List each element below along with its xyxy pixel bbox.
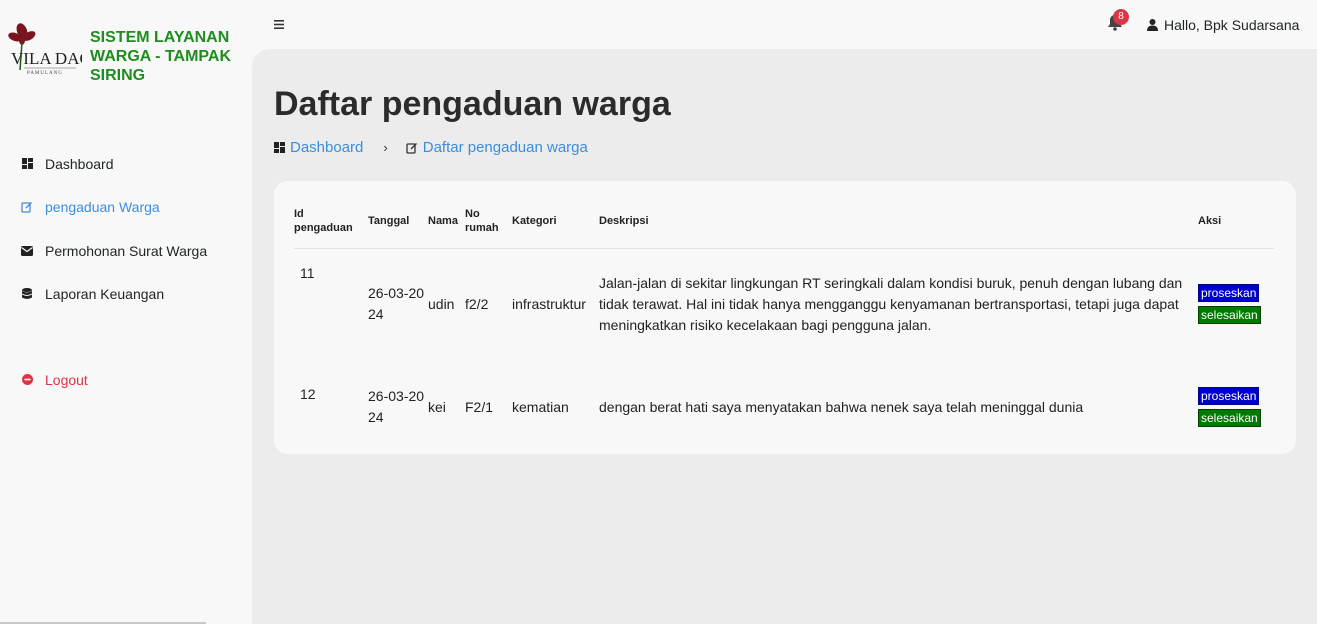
sidebar-nav: Dashboard pengaduan Warga Permohonan Sur… [0, 142, 252, 402]
app-logo[interactable]: VILA DAGO PAMULANG [8, 22, 104, 88]
cell-tanggal: 26-03-2024 [368, 285, 425, 323]
cell-id: 11 [300, 264, 315, 281]
user-menu[interactable]: Hallo, Bpk Sudarsana [1147, 17, 1299, 33]
sidebar-item-label: Permohonan Surat Warga [45, 242, 208, 259]
cell-norumah: F2/1 [465, 398, 494, 415]
database-icon [20, 287, 34, 301]
header-text: No [465, 208, 480, 221]
edit-icon [20, 200, 34, 214]
breadcrumb-label: Dashboard [290, 139, 364, 156]
col-header-tanggal: Tanggal [368, 195, 428, 249]
breadcrumb: Dashboard › Daftar pengaduan warga [274, 139, 588, 156]
sidebar: VILA DAGO PAMULANG SISTEM LAYANAN WARGA … [0, 0, 252, 624]
cell-id: 12 [300, 386, 316, 402]
cell-nama: udin [428, 295, 455, 312]
user-greeting: Hallo, Bpk Sudarsana [1164, 17, 1300, 33]
cell-nama: kei [428, 398, 446, 415]
logo-text: VILA DAGO [11, 49, 82, 68]
cell-kategori: infrastruktur [512, 295, 586, 312]
cell-tanggal: 26-03-2024 [368, 388, 425, 425]
col-header-norumah: No rumah [465, 195, 512, 249]
menu-toggle-icon[interactable] [274, 16, 284, 33]
sidebar-item-permohonan-surat[interactable]: Permohonan Surat Warga [0, 229, 252, 273]
proseskan-button[interactable]: proseskan [1198, 387, 1260, 405]
logo-subtext: PAMULANG [27, 71, 63, 76]
sidebar-item-label: Dashboard [45, 155, 114, 172]
logout-icon [20, 373, 34, 387]
logout-button[interactable]: Logout [0, 358, 252, 402]
edit-icon [406, 142, 418, 154]
header-text: rumah [465, 222, 499, 235]
table-header-row: Id pengaduan Tanggal Nama No rumah Kategor… [294, 195, 1274, 249]
selesaikan-button[interactable]: selesaikan [1198, 409, 1261, 427]
page-title: Daftar pengaduan warga [274, 85, 671, 123]
selesaikan-button[interactable]: selesaikan [1198, 306, 1261, 325]
header-text: pengaduan [294, 222, 353, 235]
user-icon [1147, 19, 1158, 31]
sidebar-item-laporan-keuangan[interactable]: Laporan Keuangan [0, 273, 252, 317]
table-row: 11 26-03-2024 udin f2/2 infrastruktur Ja… [294, 248, 1274, 360]
cell-aksi: proseskan selesaikan [1198, 360, 1274, 454]
complaints-card: Id pengaduan Tanggal Nama No rumah Kategor… [274, 181, 1296, 454]
dashboard-icon [274, 142, 285, 153]
sidebar-item-pengaduan-warga[interactable]: pengaduan Warga [0, 186, 252, 230]
col-header-nama: Nama [428, 195, 465, 249]
col-header-deskripsi: Deskripsi [599, 195, 1198, 249]
breadcrumb-current[interactable]: Daftar pengaduan warga [406, 139, 588, 156]
envelope-icon [20, 244, 34, 258]
sidebar-item-label: pengaduan Warga [45, 199, 160, 216]
proseskan-button[interactable]: proseskan [1198, 284, 1260, 303]
cell-deskripsi: dengan berat hati saya menyatakan bahwa … [599, 398, 1084, 415]
sidebar-item-label: Laporan Keuangan [45, 286, 165, 303]
dashboard-icon [20, 157, 34, 171]
cell-deskripsi: Jalan-jalan di sekitar lingkungan RT ser… [599, 274, 1183, 333]
cell-aksi: proseskan selesaikan [1198, 248, 1274, 360]
complaints-table: Id pengaduan Tanggal Nama No rumah Kategor… [294, 195, 1274, 454]
col-header-aksi: Aksi [1198, 195, 1274, 249]
notification-badge: 8 [1113, 9, 1129, 25]
cell-kategori: kematian [512, 398, 569, 415]
logout-label: Logout [45, 371, 88, 388]
header-text: Id [294, 208, 304, 221]
app-title: SISTEM LAYANAN WARGA - TAMPAK SIRING [90, 29, 232, 84]
chevron-right-icon: › [383, 140, 388, 155]
brand: VILA DAGO PAMULANG SISTEM LAYANAN WARGA … [8, 22, 231, 88]
cell-norumah: f2/2 [465, 295, 489, 312]
main-content: Daftar pengaduan warga Dashboard › Dafta… [252, 49, 1317, 624]
table-row: 12 26-03-2024 kei F2/1 kematian dengan b… [294, 360, 1274, 454]
sidebar-item-dashboard[interactable]: Dashboard [0, 142, 252, 186]
breadcrumb-label: Daftar pengaduan warga [422, 139, 588, 156]
breadcrumb-dashboard[interactable]: Dashboard [274, 139, 363, 156]
col-header-kategori: Kategori [512, 195, 599, 249]
col-header-id: Id pengaduan [294, 195, 368, 249]
